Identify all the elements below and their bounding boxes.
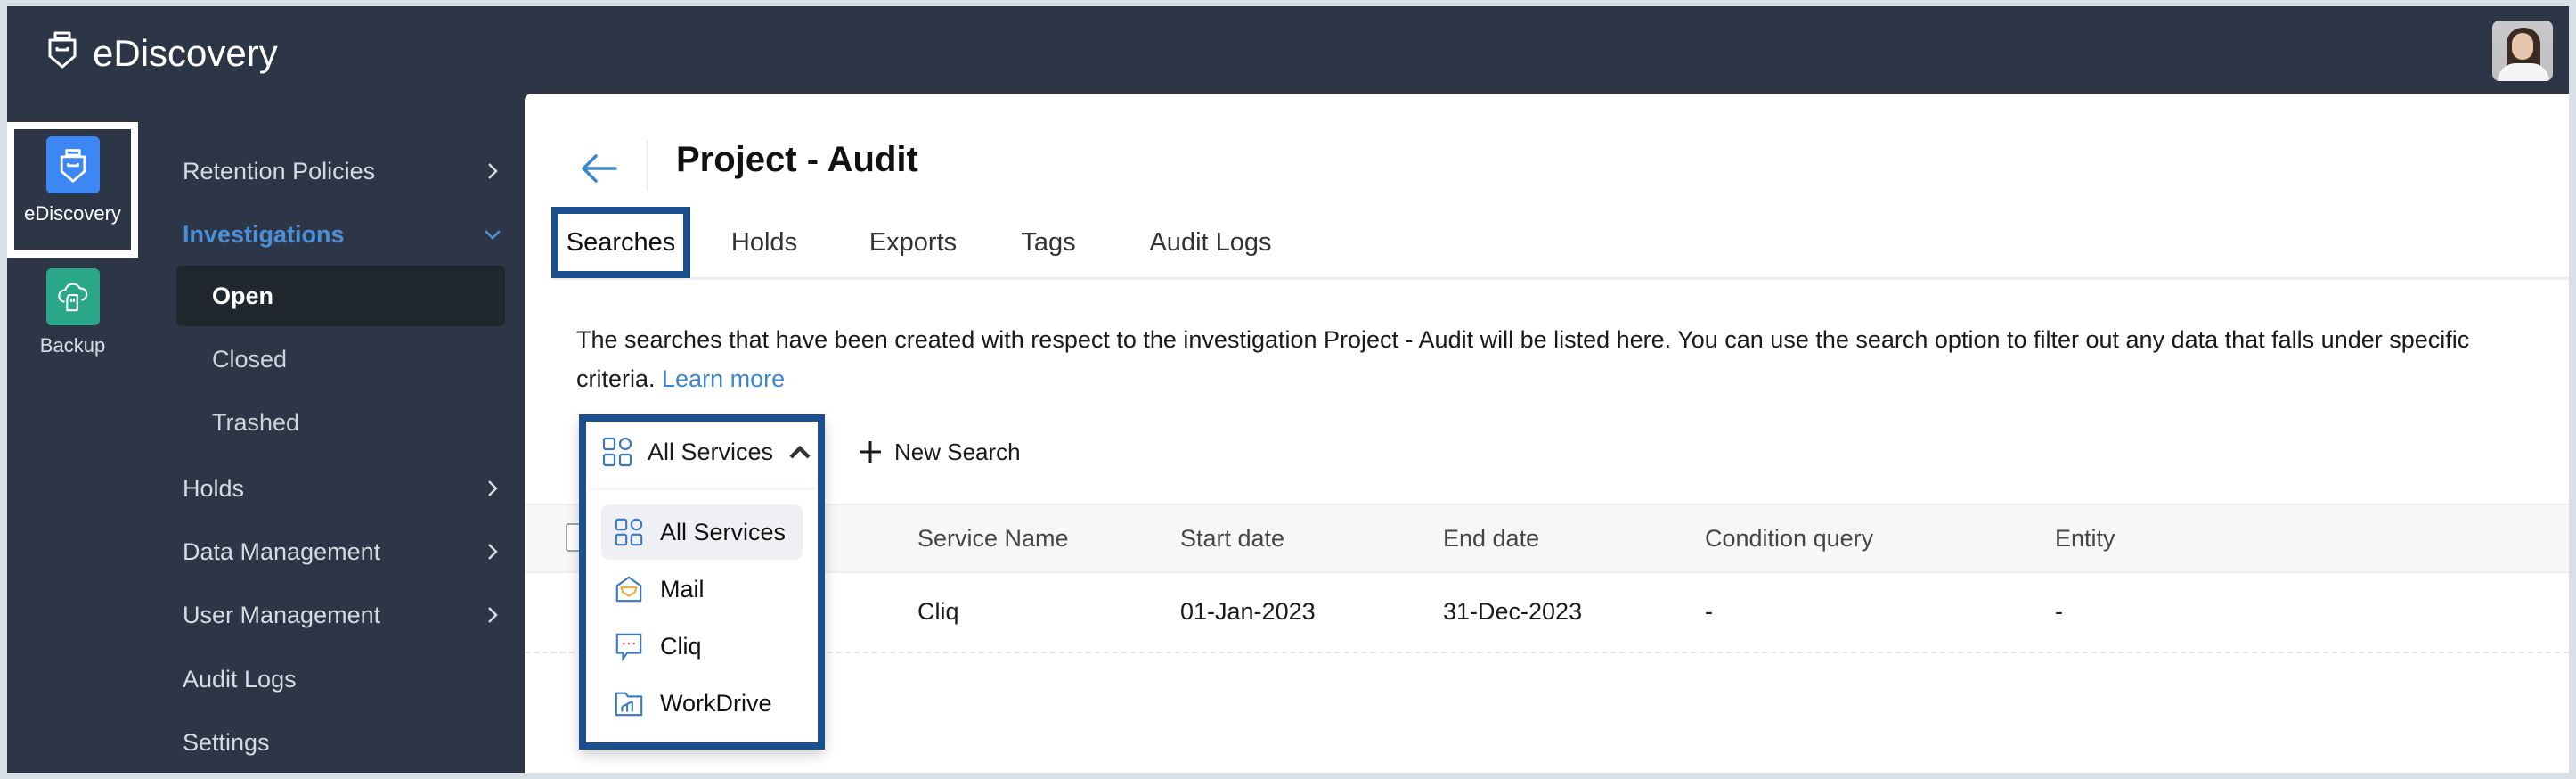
cell-end-date: 31-Dec-2023 (1443, 598, 1583, 625)
app-backup[interactable]: Backup (7, 268, 138, 357)
sidebar-subitem-closed[interactable]: Closed (176, 329, 505, 390)
ediscovery-shield-icon (45, 136, 100, 193)
user-avatar[interactable] (2492, 20, 2553, 81)
sidebar-item-investigations[interactable]: Investigations (183, 207, 514, 262)
sidebar-item-label: Retention Policies (183, 157, 376, 184)
sidebar-item-label: User Management (183, 601, 381, 628)
sidebar-item-label: Audit Logs (183, 665, 297, 693)
ediscovery-shield-icon (45, 28, 80, 79)
grid-icon (615, 518, 643, 546)
chevron-down-icon (485, 230, 501, 240)
chevron-right-icon (488, 163, 498, 179)
app-ediscovery[interactable]: eDiscovery (7, 122, 138, 258)
sidebar-subitem-label: Open (212, 282, 274, 309)
cell-entity: - (2055, 598, 2063, 625)
dropdown-option-label: Cliq (660, 632, 702, 660)
dropdown-option-all-services[interactable]: All Services (601, 504, 803, 560)
sidebar-subitem-trashed[interactable]: Trashed (176, 392, 505, 453)
tab-tags[interactable]: Tags (1013, 207, 1084, 278)
sidebar-item-label: Data Management (183, 537, 381, 565)
chevron-right-icon (488, 607, 498, 623)
description-text: The searches that have been created with… (576, 326, 2470, 392)
dropdown-option-mail[interactable]: Mail (601, 562, 803, 617)
sidebar-nav: Retention Policies Investigations Open C… (138, 94, 530, 773)
brand[interactable]: eDiscovery (45, 28, 278, 79)
sidebar-subitem-label: Trashed (212, 408, 300, 436)
column-header-end-date[interactable]: End date (1443, 525, 1539, 553)
service-dropdown-menu: All Services Mail Cliq WorkDrive (586, 490, 818, 742)
dropdown-option-label: Mail (660, 575, 705, 603)
dropdown-option-workdrive[interactable]: WorkDrive (601, 676, 803, 731)
dropdown-option-cliq[interactable]: Cliq (601, 619, 803, 674)
app-frame: eDiscovery eDiscovery Backup Retention P… (7, 6, 2569, 773)
tab-audit-logs[interactable]: Audit Logs (1136, 207, 1285, 278)
plus-icon (860, 441, 881, 463)
sidebar-item-user-management[interactable]: User Management (183, 587, 514, 643)
title-divider (647, 140, 648, 192)
avatar-face (2512, 33, 2533, 60)
app-switcher: eDiscovery Backup (7, 94, 138, 773)
cell-service-name: Cliq (917, 598, 959, 625)
app-label: eDiscovery (24, 202, 121, 225)
sidebar-item-holds[interactable]: Holds (183, 461, 514, 516)
new-search-button[interactable]: New Search (857, 425, 1021, 479)
mail-icon (615, 576, 642, 603)
chevron-right-icon (488, 480, 498, 496)
avatar-shirt (2498, 63, 2549, 81)
cell-condition-query: - (1705, 598, 1713, 625)
column-header-condition-query[interactable]: Condition query (1705, 525, 1873, 553)
chevron-right-icon (488, 544, 498, 560)
column-header-start-date[interactable]: Start date (1180, 525, 1284, 553)
chevron-up-icon (789, 445, 811, 459)
top-bar: eDiscovery (7, 6, 2569, 94)
sidebar-item-settings[interactable]: Settings (183, 715, 514, 770)
page-title: Project - Audit (676, 140, 918, 179)
service-filter-dropdown[interactable]: All Services (601, 425, 816, 479)
sidebar-item-retention-policies[interactable]: Retention Policies (183, 144, 514, 199)
learn-more-link[interactable]: Learn more (662, 365, 785, 392)
sidebar-subitem-label: Closed (212, 345, 288, 373)
app-label: Backup (39, 334, 106, 357)
tab-bar: Searches Holds Exports Tags Audit Logs (551, 207, 2569, 280)
sidebar-item-audit-logs[interactable]: Audit Logs (183, 652, 514, 707)
new-search-label: New Search (894, 438, 1021, 465)
chat-icon (615, 633, 642, 661)
tab-exports[interactable]: Exports (860, 207, 966, 278)
column-header-entity[interactable]: Entity (2055, 525, 2115, 553)
dropdown-option-label: WorkDrive (660, 689, 772, 717)
cloud-backup-icon (45, 268, 100, 325)
table-header: Service Name Start date End date Conditi… (525, 504, 2569, 573)
page-description: The searches that have been created with… (576, 320, 2536, 398)
table-row[interactable]: Cliq 01-Jan-2023 31-Dec-2023 - - (525, 573, 2569, 653)
cell-start-date: 01-Jan-2023 (1180, 598, 1316, 625)
tab-searches[interactable]: Searches (551, 207, 690, 278)
main-panel: Project - Audit Searches Holds Exports T… (525, 94, 2569, 773)
dropdown-option-label: All Services (660, 518, 787, 545)
sidebar-item-label: Settings (183, 728, 270, 756)
tab-holds[interactable]: Holds (715, 207, 813, 278)
app-title: eDiscovery (93, 32, 278, 74)
sidebar-item-label: Investigations (183, 220, 345, 248)
service-filter-label: All Services (648, 438, 774, 465)
grid-icon (602, 437, 632, 467)
sidebar-subitem-open[interactable]: Open (176, 266, 505, 326)
sidebar-item-data-management[interactable]: Data Management (183, 524, 514, 579)
folder-icon (615, 692, 643, 717)
column-header-service-name[interactable]: Service Name (917, 525, 1069, 553)
sidebar-item-label: Holds (183, 474, 245, 502)
arrow-left-icon[interactable] (578, 151, 619, 186)
